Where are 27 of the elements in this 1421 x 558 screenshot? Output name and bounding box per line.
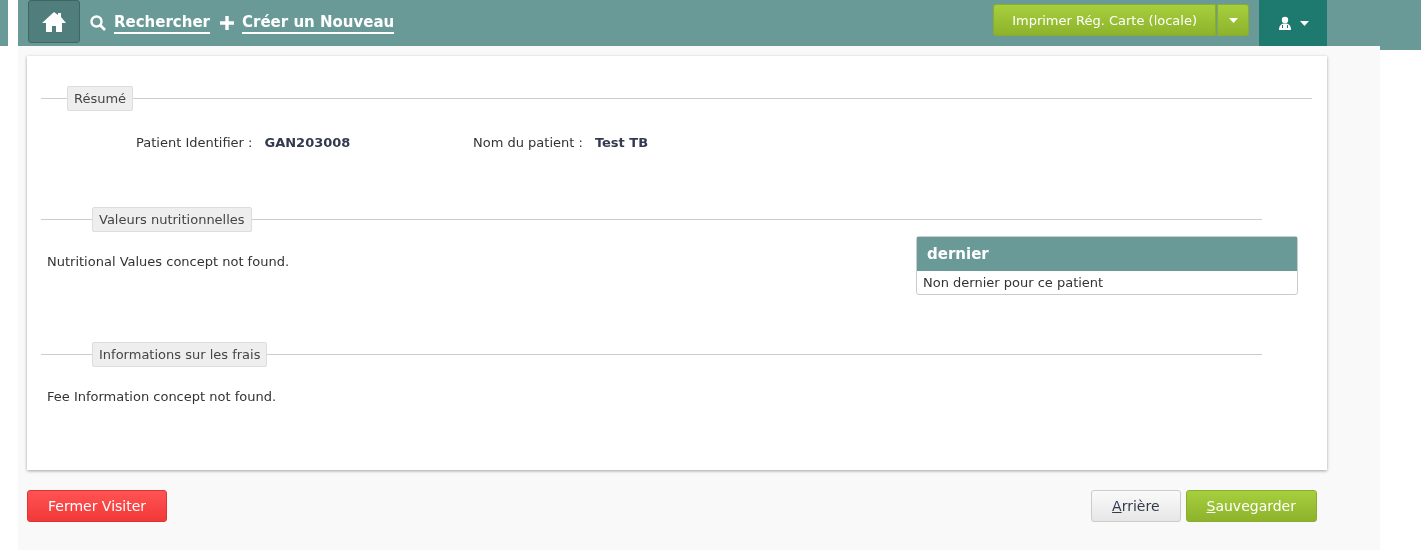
doctor-icon xyxy=(1277,16,1292,30)
home-icon xyxy=(41,10,67,33)
section-legend: Valeurs nutritionnelles xyxy=(92,207,252,232)
user-menu[interactable] xyxy=(1259,0,1327,46)
status-message: Nutritional Values concept not found. xyxy=(47,254,290,271)
section-legend: Résumé xyxy=(67,86,134,111)
field-label: Nom du patient : xyxy=(473,135,583,152)
back-button[interactable]: Arrière xyxy=(1091,490,1181,522)
panel-text: Non dernier pour ce patient xyxy=(922,274,1105,292)
search-icon xyxy=(90,15,106,31)
save-button[interactable]: Sauvegarder xyxy=(1185,490,1317,522)
close-visit-button[interactable]: Fermer Visiter xyxy=(27,490,168,522)
dropdown-toggle[interactable] xyxy=(1217,4,1249,36)
nav-link[interactable]: Rechercher xyxy=(90,12,210,34)
field-label: Patient Identifier : xyxy=(136,135,253,152)
nav-link[interactable]: Créer un Nouveau xyxy=(220,12,395,34)
panel-title: dernier xyxy=(917,237,1297,271)
home-button[interactable] xyxy=(28,0,80,43)
caret-icon xyxy=(1299,20,1309,26)
status-message: Fee Information concept not found. xyxy=(47,389,278,404)
field-value: Test TB xyxy=(594,135,649,152)
print-button[interactable]: Imprimer Rég. Carte (locale) xyxy=(993,4,1216,36)
plus-icon xyxy=(220,16,234,30)
caret-icon xyxy=(1228,17,1238,23)
field-value: GAN203008 xyxy=(264,135,351,152)
section-legend: Informations sur les frais xyxy=(92,342,268,367)
header-background xyxy=(0,0,8,46)
